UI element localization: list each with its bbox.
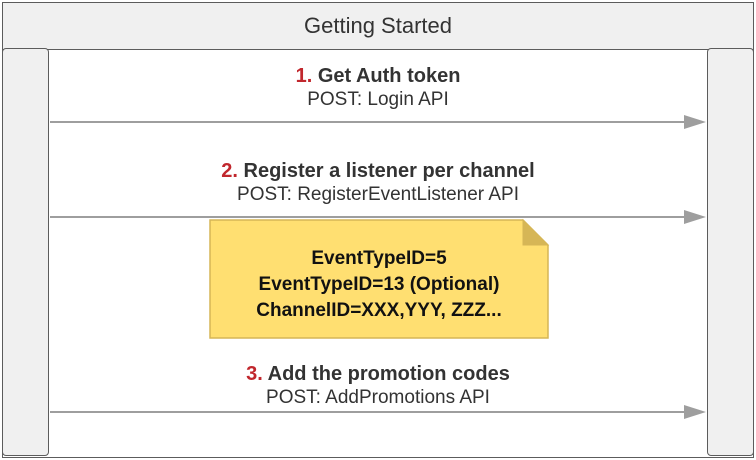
step-1-number: 1. — [295, 65, 313, 87]
step-3-label: 3. Add the promotion codes POST: AddProm… — [50, 362, 706, 410]
step-1-title: Get Auth token — [317, 65, 461, 87]
step-3-subtitle: POST: AddPromotions API — [266, 387, 490, 408]
step-3-title-line: 3. Add the promotion codes — [50, 362, 706, 386]
step-2-subtitle: POST: RegisterEventListener API — [237, 184, 519, 205]
note-line-3: ChannelID=XXX,YYY, ZZZ... — [256, 300, 502, 321]
step-2-title-line: 2. Register a listener per channel — [50, 159, 706, 183]
step-2-label: 2. Register a listener per channel POST:… — [50, 159, 706, 207]
note-line-2: EventTypeID=13 (Optional) — [258, 274, 500, 295]
step-3-title: Add the promotion codes — [267, 363, 510, 385]
step-1-title-line: 1. Get Auth token — [50, 64, 706, 88]
step-3-number: 3. — [246, 363, 263, 385]
note-line-1: EventTypeID=5 — [311, 248, 447, 269]
step-2-number: 2. — [221, 160, 238, 182]
step-1-label: 1. Get Auth token POST: Login API — [50, 64, 706, 112]
step-1-subtitle: POST: Login API — [307, 89, 449, 110]
event-note: EventTypeID=5 EventTypeID=13 (Optional) … — [210, 233, 548, 337]
step-2-title: Register a listener per channel — [243, 160, 535, 182]
arrow-step-1 — [50, 115, 706, 129]
